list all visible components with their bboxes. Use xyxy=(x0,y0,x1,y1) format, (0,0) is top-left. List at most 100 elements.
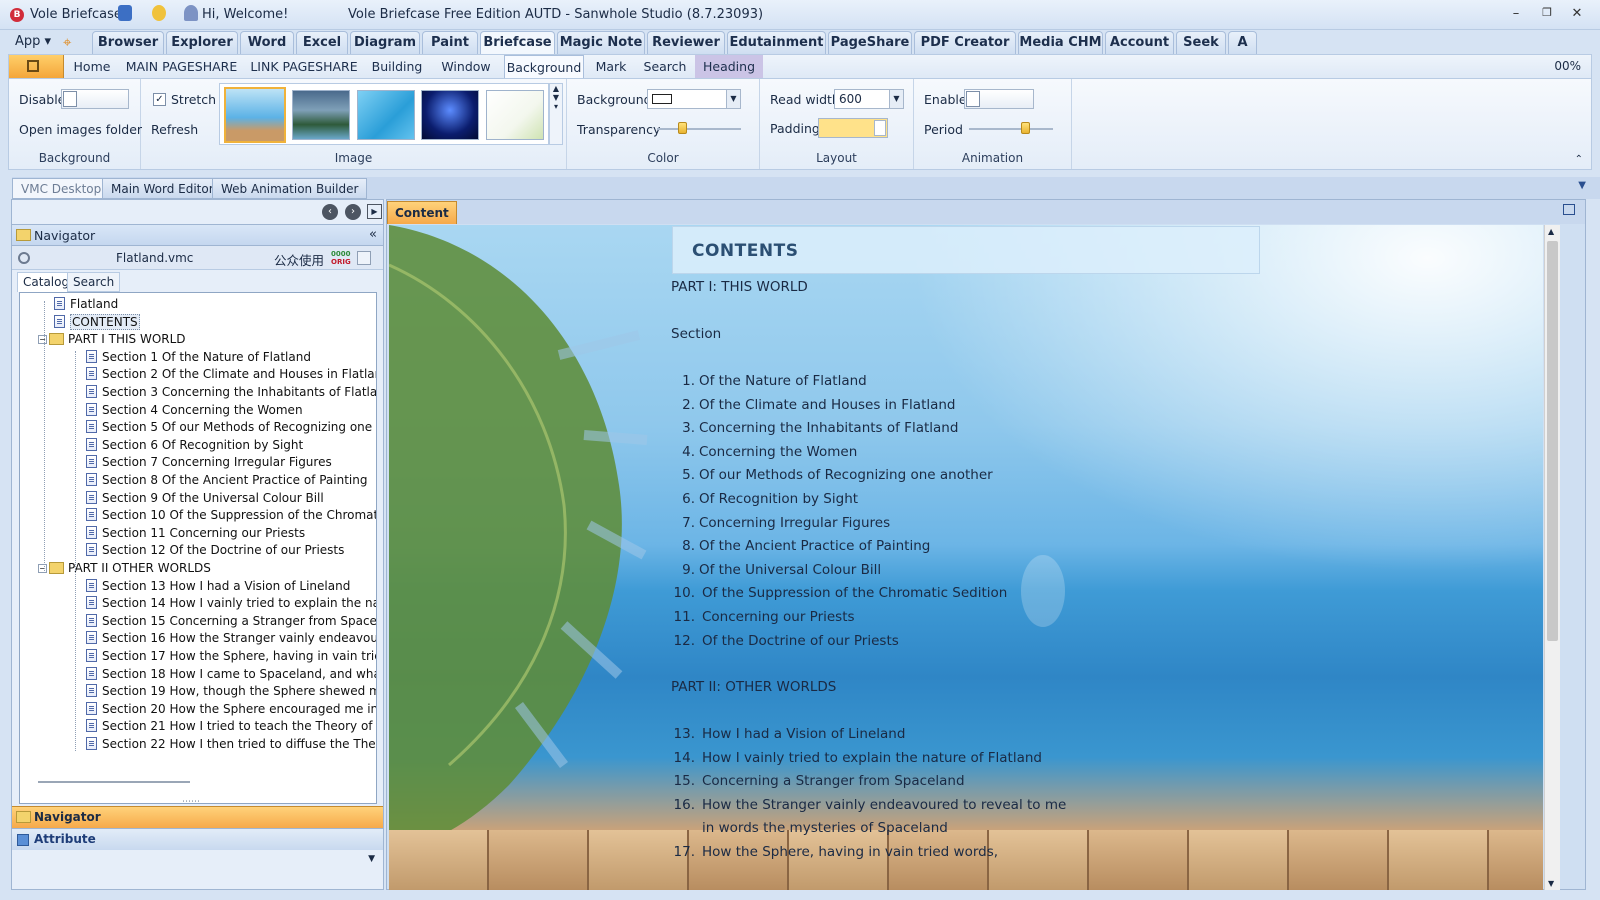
tree-item[interactable]: Section 5 Of our Methods of Recognizing … xyxy=(86,418,376,436)
gallery-image-plant[interactable] xyxy=(486,90,544,140)
tree-item[interactable]: Section 8 Of the Ancient Practice of Pai… xyxy=(86,471,376,489)
tab-magic-note[interactable]: Magic Note xyxy=(557,31,645,54)
tree-item[interactable]: Flatland xyxy=(54,295,374,313)
user-icon[interactable] xyxy=(184,5,198,21)
crosshair-icon[interactable]: ⌖ xyxy=(63,33,71,51)
tab-content[interactable]: Content xyxy=(387,201,457,224)
tab-pdf-creator[interactable]: PDF Creator xyxy=(914,31,1016,54)
gallery-image-water[interactable] xyxy=(357,90,415,140)
tree-folder[interactable]: − PART II OTHER WORLDS xyxy=(38,559,358,577)
padding-color-picker[interactable] xyxy=(818,118,888,138)
collapse-ribbon-icon[interactable]: ⌃ xyxy=(1575,154,1583,165)
back-icon[interactable]: ‹ xyxy=(322,204,338,220)
open-images-folder-button[interactable]: Open images folder xyxy=(19,122,142,137)
forward-icon[interactable]: › xyxy=(345,204,361,220)
tab-diagram[interactable]: Diagram xyxy=(350,31,420,54)
tree-item[interactable]: Section 18 How I came to Spaceland, and … xyxy=(86,665,376,683)
refresh-button[interactable]: Refresh xyxy=(151,122,198,137)
subtab-link-pageshare[interactable]: LINK PAGESHARE xyxy=(245,55,363,78)
period-slider[interactable] xyxy=(969,128,1053,130)
tree-item[interactable]: Section 13 How I had a Vision of Linelan… xyxy=(86,577,376,595)
tree-item[interactable]: Section 4 Concerning the Women xyxy=(86,401,376,419)
tab-browser[interactable]: Browser xyxy=(92,31,164,54)
disable-toggle[interactable] xyxy=(61,89,129,109)
app-menu-button[interactable]: App ▾ xyxy=(15,34,51,49)
tree-item[interactable]: Section 15 Concerning a Stranger from Sp… xyxy=(86,612,376,630)
subtab-building[interactable]: Building xyxy=(367,55,427,78)
stretch-checkbox[interactable]: ✓ xyxy=(153,93,166,106)
smiley-icon[interactable] xyxy=(152,5,166,21)
tree-item[interactable]: CONTENTS xyxy=(54,313,374,331)
tab-reviewer[interactable]: Reviewer xyxy=(647,31,725,54)
tab-excel[interactable]: Excel xyxy=(296,31,348,54)
tree-item[interactable]: Section 1 Of the Nature of Flatland xyxy=(86,348,376,366)
tab-word[interactable]: Word xyxy=(240,31,294,54)
doc-tab-vmc-desktop[interactable]: VMC Desktop xyxy=(12,178,111,199)
tabs-dropdown-icon[interactable]: ▼ xyxy=(1578,180,1586,191)
scroll-down-icon[interactable]: ▼ xyxy=(1548,879,1554,888)
subtab-mark[interactable]: Mark xyxy=(587,55,635,78)
tree-item[interactable]: Section 22 How I then tried to diffuse t… xyxy=(86,735,376,753)
tree-folder[interactable]: − PART I THIS WORLD xyxy=(38,330,358,348)
subtab-search[interactable]: Search xyxy=(639,55,691,78)
scrollbar-thumb[interactable] xyxy=(1547,241,1558,641)
tab-paint[interactable]: Paint xyxy=(422,31,478,54)
tab-edutainment[interactable]: Edutainment xyxy=(727,31,826,54)
tab-briefcase[interactable]: Briefcase xyxy=(480,31,555,55)
tab-pageshare[interactable]: PageShare xyxy=(828,31,912,54)
gallery-image-beach[interactable] xyxy=(224,87,286,143)
navigator-section-bar[interactable]: Navigator xyxy=(12,806,383,828)
tree-item[interactable]: Section 21 How I tried to teach the Theo… xyxy=(86,717,376,735)
tab-explorer[interactable]: Explorer xyxy=(166,31,238,54)
read-width-input[interactable]: 600 ▼ xyxy=(834,89,904,109)
gallery-image-stage[interactable] xyxy=(421,90,479,140)
shield-icon[interactable] xyxy=(118,5,132,21)
horizontal-scrollbar[interactable] xyxy=(38,781,190,783)
tree-item[interactable]: Section 9 Of the Universal Colour Bill xyxy=(86,489,376,507)
tree-item[interactable]: Section 14 How I vainly tried to explain… xyxy=(86,594,376,612)
close-icon[interactable]: ✕ xyxy=(1567,6,1587,24)
period-slider-thumb[interactable] xyxy=(1021,122,1030,134)
quick-menu-button[interactable] xyxy=(9,55,64,78)
enable-toggle[interactable] xyxy=(964,89,1034,109)
gallery-image-lake[interactable] xyxy=(292,90,350,140)
minimize-icon[interactable]: – xyxy=(1506,6,1526,24)
lock-icon[interactable] xyxy=(357,251,371,265)
doc-tab-main-word-editor[interactable]: Main Word Editor xyxy=(102,178,223,199)
tab-search[interactable]: Search xyxy=(67,272,121,292)
tab-media-chm[interactable]: Media CHM xyxy=(1018,31,1103,54)
tree-item[interactable]: Section 7 Concerning Irregular Figures xyxy=(86,453,376,471)
collapse-panel-icon[interactable]: « xyxy=(369,227,377,242)
transparency-slider[interactable] xyxy=(657,128,741,130)
collapse-icon[interactable]: − xyxy=(38,335,47,345)
collapse-icon[interactable]: − xyxy=(38,564,47,573)
restore-icon[interactable]: ❐ xyxy=(1537,6,1557,24)
play-icon[interactable]: ▶ xyxy=(367,204,382,219)
tree-item[interactable]: Section 3 Concerning the Inhabitants of … xyxy=(86,383,376,401)
tree-item[interactable]: Section 2 Of the Climate and Houses in F… xyxy=(86,365,376,383)
subtab-background[interactable]: Background xyxy=(504,55,584,78)
subtab-home[interactable]: Home xyxy=(65,55,119,78)
scroll-up-icon[interactable]: ▲ xyxy=(1548,227,1554,236)
subtab-main-pageshare[interactable]: MAIN PAGESHARE xyxy=(124,55,239,78)
subtab-heading[interactable]: Heading xyxy=(695,55,763,78)
attribute-section-bar[interactable]: Attribute xyxy=(12,828,383,850)
tree-item[interactable]: Section 17 How the Sphere, having in vai… xyxy=(86,647,376,665)
gallery-scroll[interactable]: ▲ ▼ ▾ xyxy=(549,83,563,145)
maximize-icon[interactable] xyxy=(1563,204,1575,215)
tree-item[interactable]: Section 20 How the Sphere encouraged me … xyxy=(86,700,376,718)
tree-item[interactable]: Section 12 Of the Doctrine of our Priest… xyxy=(86,541,376,559)
tree-item[interactable]: Section 16 How the Stranger vainly endea… xyxy=(86,629,376,647)
doc-tab-web-animation-builder[interactable]: Web Animation Builder xyxy=(212,178,368,199)
tree-item[interactable]: Section 6 Of Recognition by Sight xyxy=(86,436,376,454)
tab-a[interactable]: A xyxy=(1228,31,1257,54)
tab-account[interactable]: Account xyxy=(1105,31,1174,54)
subtab-window[interactable]: Window xyxy=(434,55,498,78)
tree-item[interactable]: Section 19 How, though the Sphere shewed… xyxy=(86,682,376,700)
panel-dropdown-icon[interactable]: ▼ xyxy=(368,854,375,864)
tree-item[interactable]: Section 10 Of the Suppression of the Chr… xyxy=(86,506,376,524)
vertical-scrollbar[interactable]: ▲ ▼ xyxy=(1544,225,1560,890)
tree-item[interactable]: Section 11 Concerning our Priests xyxy=(86,524,376,542)
tab-seek[interactable]: Seek xyxy=(1176,31,1226,54)
transparency-slider-thumb[interactable] xyxy=(678,122,687,134)
